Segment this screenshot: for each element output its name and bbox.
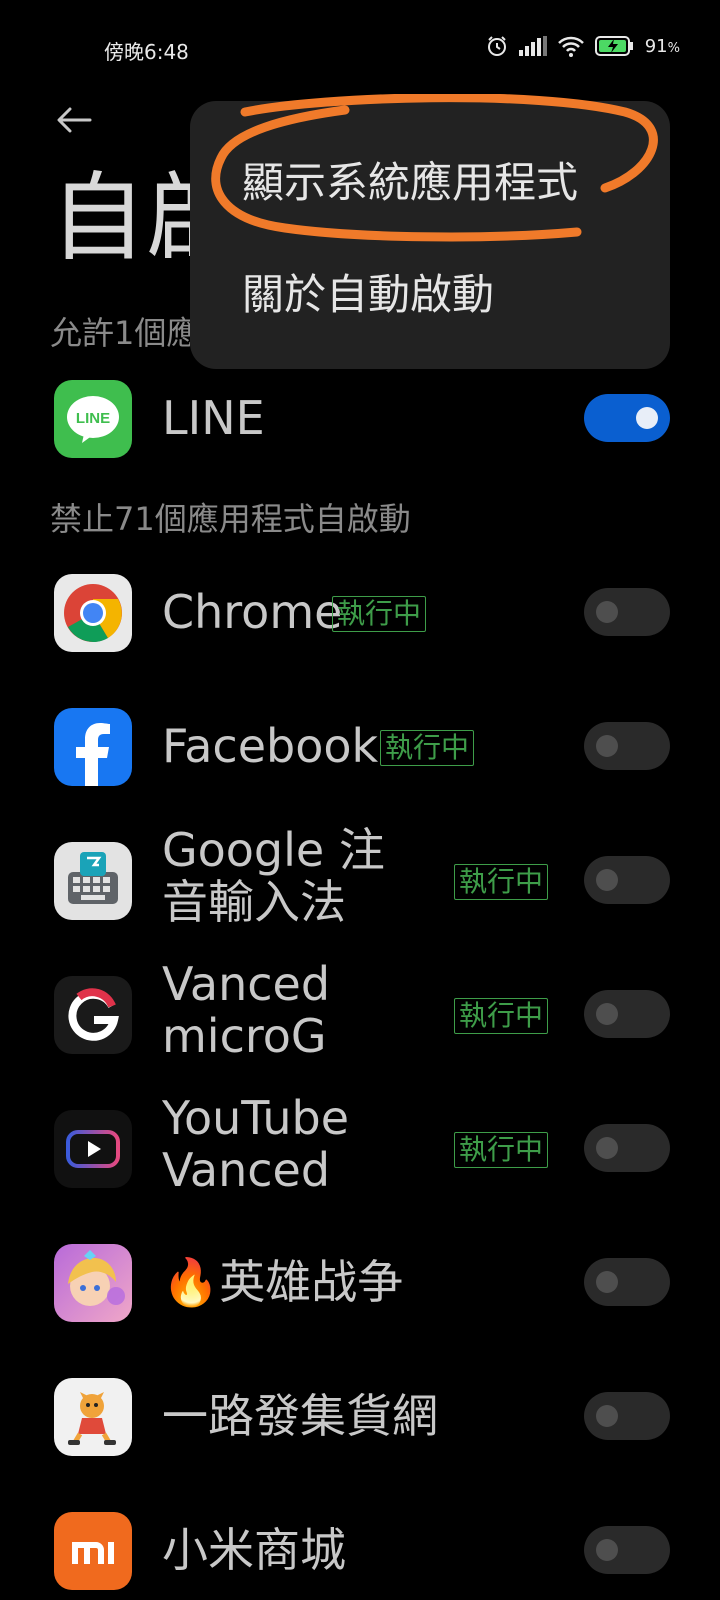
autostart-toggle-youtube-vanced[interactable] xyxy=(584,1124,670,1172)
status-bar: 傍晚6:48 91% xyxy=(0,0,720,96)
svg-text:LINE: LINE xyxy=(76,410,110,427)
running-badge: 執行中 xyxy=(332,596,427,632)
app-row-mi-store[interactable]: 小米商城 xyxy=(0,1500,720,1600)
running-badge: 執行中 xyxy=(454,864,549,900)
autostart-toggle-hero-war[interactable] xyxy=(584,1258,670,1306)
alarm-icon xyxy=(485,34,509,58)
yilufa-shopping-icon xyxy=(54,1378,132,1456)
app-name-line1: YouTube xyxy=(162,1091,350,1145)
autostart-toggle-chrome[interactable] xyxy=(584,588,670,636)
app-name: LINE xyxy=(162,391,265,445)
app-row-chrome[interactable]: Chrome 執行中 xyxy=(0,562,720,662)
running-badge: 執行中 xyxy=(454,998,549,1034)
hero-war-game-icon xyxy=(54,1244,132,1322)
chrome-icon xyxy=(54,574,132,652)
status-icons: 91% xyxy=(485,34,680,58)
battery-charging-icon xyxy=(594,35,635,57)
line-icon: LINE xyxy=(54,380,132,458)
app-row-facebook[interactable]: Facebook 執行中 xyxy=(0,696,720,796)
app-name-line2: Vanced xyxy=(162,1143,331,1197)
autostart-toggle-mi-store[interactable] xyxy=(584,1526,670,1574)
app-row-youtube-vanced[interactable]: YouTube Vanced 執行中 xyxy=(0,1092,720,1198)
running-badge: 執行中 xyxy=(454,1132,549,1168)
signal-icon xyxy=(518,36,547,56)
status-time: 傍晚6:48 xyxy=(104,40,189,64)
facebook-icon xyxy=(54,708,132,786)
autostart-toggle-yilufa[interactable] xyxy=(584,1392,670,1440)
autostart-toggle-vanced-microg[interactable] xyxy=(584,990,670,1038)
vanced-microg-icon xyxy=(54,976,132,1054)
autostart-toggle-google-zhuyin[interactable] xyxy=(584,856,670,904)
app-row-line[interactable]: LINE LINE xyxy=(0,368,720,468)
page-title: 自啟 xyxy=(50,170,190,266)
wifi-icon xyxy=(557,35,585,57)
back-button[interactable] xyxy=(54,100,94,140)
blocked-section-header: 禁止71個應用程式自啟動 xyxy=(50,500,411,538)
app-name: 🔥英雄战争 xyxy=(162,1255,404,1309)
menu-item-about-autostart[interactable]: 關於自動啟動 xyxy=(242,261,494,322)
autostart-toggle-facebook[interactable] xyxy=(584,722,670,770)
app-name-line2: microG xyxy=(162,1009,327,1063)
app-name: 小米商城 xyxy=(162,1523,346,1577)
running-badge: 執行中 xyxy=(380,730,475,766)
gboard-zhuyin-icon xyxy=(54,842,132,920)
app-name: Facebook xyxy=(162,719,379,773)
autostart-toggle-line[interactable] xyxy=(584,394,670,442)
allowed-section-header: 允許1個應用程式自啟動 xyxy=(50,314,190,352)
arrow-left-icon xyxy=(57,107,92,133)
app-name: 一路發集貨網 xyxy=(162,1389,438,1443)
app-name-line1: Vanced xyxy=(162,957,331,1011)
app-row-yilufa[interactable]: 一路發集貨網 xyxy=(0,1366,720,1466)
app-name-line2: 音輸入法 xyxy=(162,875,346,929)
menu-item-show-system-apps[interactable]: 顯示系統應用程式 xyxy=(242,149,578,210)
youtube-vanced-icon xyxy=(54,1110,132,1188)
app-name-line1: Google 注 xyxy=(162,823,385,877)
app-name: Chrome xyxy=(162,585,343,639)
mi-store-icon xyxy=(54,1512,132,1590)
battery-level: 91% xyxy=(644,35,680,57)
app-row-vanced-microg[interactable]: Vanced microG 執行中 xyxy=(0,958,720,1064)
app-row-google-zhuyin[interactable]: Google 注 音輸入法 執行中 xyxy=(0,824,720,930)
overflow-menu: 顯示系統應用程式 關於自動啟動 xyxy=(190,101,670,369)
app-row-hero-war[interactable]: 🔥英雄战争 xyxy=(0,1232,720,1332)
